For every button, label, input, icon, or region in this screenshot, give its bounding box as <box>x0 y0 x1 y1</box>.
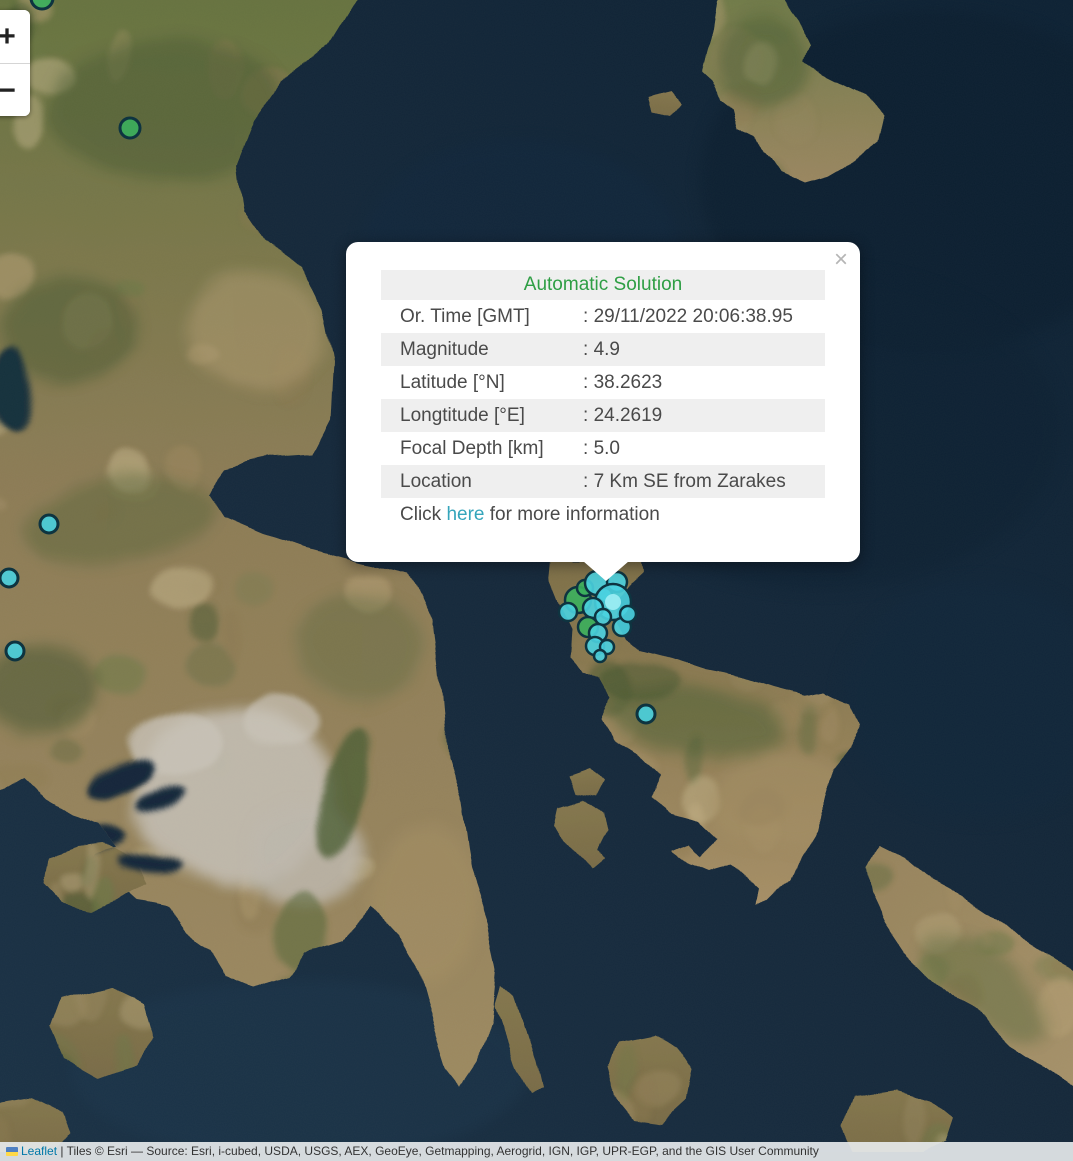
satellite-map <box>0 0 1073 1152</box>
popup-row-longitude: Longtitude [°E]24.2619 <box>381 399 825 432</box>
leaflet-link[interactable]: Leaflet <box>21 1144 57 1158</box>
earthquake-marker[interactable] <box>637 705 655 723</box>
grain-overlay <box>0 0 1073 1152</box>
popup-row-origin-time: Or. Time [GMT]29/11/2022 20:06:38.95 <box>381 300 825 333</box>
earthquake-marker[interactable] <box>595 609 611 625</box>
zoom-in-button[interactable]: + <box>0 10 30 63</box>
earthquake-marker[interactable] <box>594 650 606 662</box>
earthquake-marker[interactable] <box>31 0 53 9</box>
popup-row-location: Location7 Km SE from Zarakes <box>381 465 825 498</box>
popup-title: Automatic Solution <box>381 270 825 300</box>
more-info-link[interactable]: here <box>446 504 484 525</box>
tiles-credit: Tiles © Esri — Source: Esri, i-cubed, US… <box>67 1144 819 1158</box>
popup-row-magnitude: Magnitude4.9 <box>381 333 825 366</box>
popup-row-focal-depth: Focal Depth [km]5.0 <box>381 432 825 465</box>
earthquake-marker[interactable] <box>620 606 636 622</box>
popup-content: Automatic Solution Or. Time [GMT]29/11/2… <box>381 270 825 531</box>
map-canvas[interactable] <box>0 0 1073 1152</box>
earthquake-marker[interactable] <box>0 569 18 587</box>
popup-row-latitude: Latitude [°N]38.2623 <box>381 366 825 399</box>
zoom-control: + − <box>0 10 30 116</box>
earthquake-marker[interactable] <box>40 515 58 533</box>
earthquake-marker[interactable] <box>559 603 577 621</box>
earthquake-popup: × Automatic Solution Or. Time [GMT]29/11… <box>346 242 860 562</box>
close-icon[interactable]: × <box>834 248 848 272</box>
earthquake-marker[interactable] <box>120 118 140 138</box>
popup-tail <box>583 561 629 581</box>
popup-more-info-line: Click here for more information <box>381 498 825 531</box>
earthquake-marker[interactable] <box>6 642 24 660</box>
zoom-out-button[interactable]: − <box>0 63 30 116</box>
earthquake-marker-core <box>605 594 621 610</box>
